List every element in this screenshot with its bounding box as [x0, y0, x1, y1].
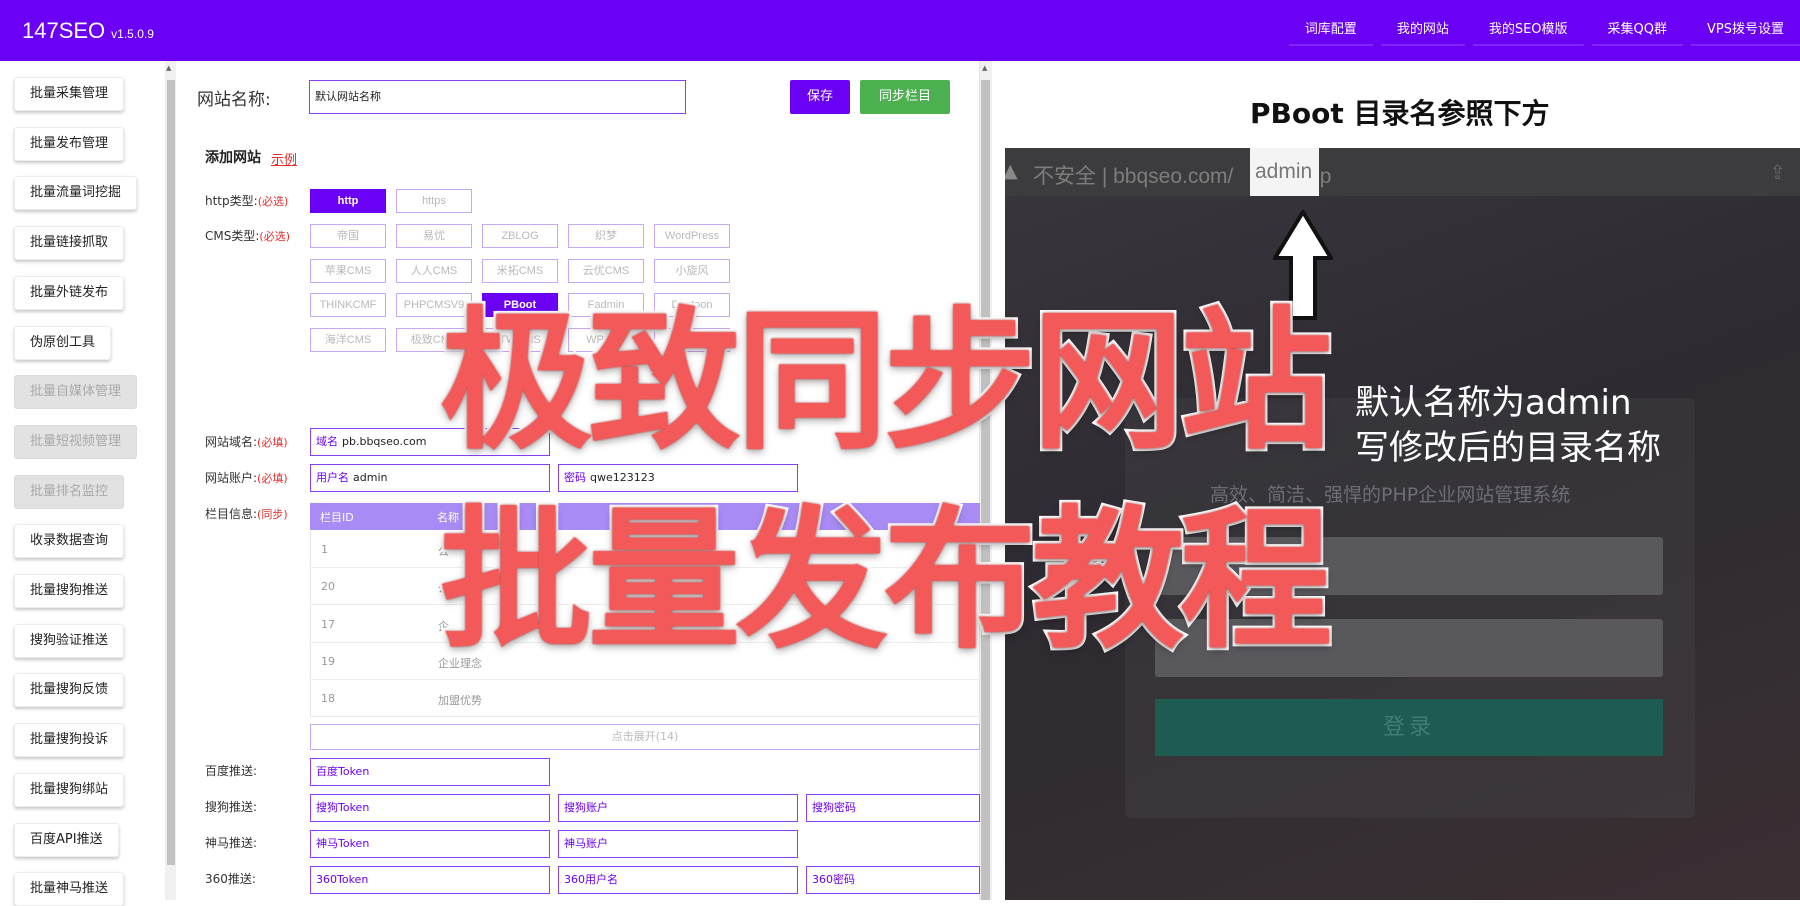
column-name: 加盟优势	[438, 694, 482, 708]
http-type-label: http类型:(必选)	[205, 194, 289, 208]
sync-columns-button[interactable]: 同步栏目	[860, 80, 950, 114]
site-name-input[interactable]: 默认网站名称	[309, 80, 686, 114]
cms-option[interactable]: 帝国	[310, 224, 386, 248]
nav-my-sites[interactable]: 我的网站	[1380, 14, 1465, 46]
sogou-token-input[interactable]: 搜狗Token	[310, 794, 550, 822]
sogou-password-input[interactable]: 搜狗密码	[806, 794, 980, 822]
p360-user-input[interactable]: 360用户名	[558, 866, 798, 894]
sogou-account-input[interactable]: 搜狗账户	[558, 794, 798, 822]
baidu-push-label: 百度推送:	[205, 764, 258, 778]
scroll-up-icon[interactable]: ▲	[166, 64, 171, 72]
top-nav-menu: 词库配置 我的网站 我的SEO模版 采集QQ群 VPS拨号设置	[1281, 14, 1800, 46]
column-id: 20	[321, 580, 335, 594]
col-id-header: 栏目ID	[320, 511, 354, 524]
column-id: 19	[321, 654, 335, 668]
save-button[interactable]: 保存	[790, 80, 850, 114]
cms-option[interactable]: 苹果CMS	[310, 258, 386, 283]
shenma-push-label: 神马推送:	[205, 836, 258, 850]
site-name-value: 默认网站名称	[315, 90, 381, 103]
nav-ciku-config[interactable]: 词库配置	[1288, 14, 1373, 46]
sogou-push-label: 搜狗推送:	[205, 800, 258, 814]
sidebar-item: 批量短视频管理	[14, 424, 138, 459]
sidebar-item[interactable]: 批量流量词挖掘	[14, 176, 138, 211]
shenma-token-input[interactable]: 神马Token	[310, 830, 550, 858]
sidebar-item: 批量自媒体管理	[14, 375, 138, 410]
p360-token-input[interactable]: 360Token	[310, 866, 550, 894]
sidebar-item[interactable]: 批量外链发布	[14, 275, 125, 310]
cms-type-label: CMS类型:(必选)	[205, 229, 290, 243]
sidebar-item[interactable]: 批量采集管理	[14, 77, 125, 111]
expand-columns-button[interactable]: 点击展开(14)	[310, 724, 980, 750]
shenma-account-input[interactable]: 神马账户	[558, 830, 798, 858]
cms-option[interactable]: 云优CMS	[568, 258, 644, 283]
baidu-token-input[interactable]: 百度Token	[310, 758, 550, 786]
scroll-up-icon[interactable]: ▲	[982, 64, 987, 72]
browser-url-bar: ▲ 不安全 | bbqseo.com/admin.php	[1005, 148, 1800, 196]
example-link[interactable]: 示例	[271, 149, 297, 168]
columns-label: 栏目信息:(同步)	[205, 507, 288, 521]
overlay-title-line-1: 极致同步网站	[437, 293, 1335, 470]
column-id: 1	[321, 543, 328, 556]
cms-option[interactable]: 米拓CMS	[482, 258, 558, 283]
login-button: 登录	[1155, 699, 1663, 756]
url-highlight-text: admin	[1255, 160, 1313, 183]
domain-label: 网站域名:(必填)	[205, 435, 288, 449]
sidebar-item[interactable]: 搜狗验证推送	[14, 623, 125, 658]
cms-option[interactable]: 小旋风	[654, 258, 730, 283]
cms-option[interactable]: 海洋CMS	[310, 327, 386, 352]
form-scrollbar-thumb[interactable]	[981, 80, 990, 900]
sidebar-item[interactable]: 批量搜狗反馈	[14, 673, 125, 708]
column-id: 17	[321, 617, 335, 631]
top-navbar: 147SEO v1.5.0.9 词库配置 我的网站 我的SEO模版 采集QQ群 V…	[0, 0, 1800, 61]
site-name-label: 网站名称:	[197, 90, 271, 110]
sidebar-item: 批量排名监控	[14, 474, 125, 509]
sidebar-item[interactable]: 收录数据查询	[14, 524, 125, 559]
sidebar-item[interactable]: 批量搜狗绑站	[14, 772, 125, 807]
column-id: 18	[321, 692, 335, 706]
sidebar-scrollbar-thumb[interactable]	[167, 80, 175, 865]
cms-option[interactable]: THINKCMF	[310, 293, 386, 317]
sidebar-item[interactable]: 批量搜狗推送	[14, 574, 125, 608]
cms-option[interactable]: 人人CMS	[396, 258, 472, 283]
app-logo[interactable]: 147SEO v1.5.0.9	[22, 18, 154, 44]
app-version: v1.5.0.9	[111, 27, 154, 41]
warning-icon: ▲	[1005, 160, 1018, 182]
sidebar-item[interactable]: 批量搜狗投诉	[14, 723, 125, 758]
overlay-title-line-2: 批量发布教程	[437, 492, 1335, 669]
hint-line-2: 写修改后的目录名称	[1355, 428, 1661, 468]
cms-option[interactable]: WordPress	[654, 224, 730, 248]
hint-line-1: 默认名称为admin	[1355, 383, 1632, 423]
sidebar-item[interactable]: 百度API推送	[14, 822, 119, 857]
sidebar-item[interactable]: 伪原创工具	[14, 325, 112, 360]
reference-title: PBoot 目录名参照下方	[1250, 97, 1550, 130]
cms-option[interactable]: 易优	[396, 224, 472, 248]
account-label: 网站账户:(必填)	[205, 471, 288, 485]
http-option[interactable]: http	[310, 189, 386, 213]
p360-password-input[interactable]: 360密码	[806, 866, 980, 894]
http-option[interactable]: https	[396, 189, 472, 213]
share-icon: ⇪	[1769, 160, 1786, 184]
sidebar-item[interactable]: 批量神马推送	[14, 872, 125, 906]
add-site-title: 添加网站	[205, 150, 261, 166]
nav-vps-settings[interactable]: VPS拨号设置	[1691, 14, 1800, 46]
app-name: 147SEO	[22, 18, 106, 43]
table-row: 18 加盟优势	[310, 680, 980, 718]
nav-qq-group[interactable]: 采集QQ群	[1591, 14, 1683, 46]
cms-option[interactable]: 织梦	[568, 224, 644, 248]
p360-push-label: 360推送:	[205, 872, 256, 886]
nav-seo-templates[interactable]: 我的SEO模版	[1472, 14, 1584, 46]
cms-option[interactable]: ZBLOG	[482, 224, 558, 248]
sidebar-item[interactable]: 批量发布管理	[14, 126, 125, 161]
sidebar-item[interactable]: 批量链接抓取	[14, 226, 125, 261]
